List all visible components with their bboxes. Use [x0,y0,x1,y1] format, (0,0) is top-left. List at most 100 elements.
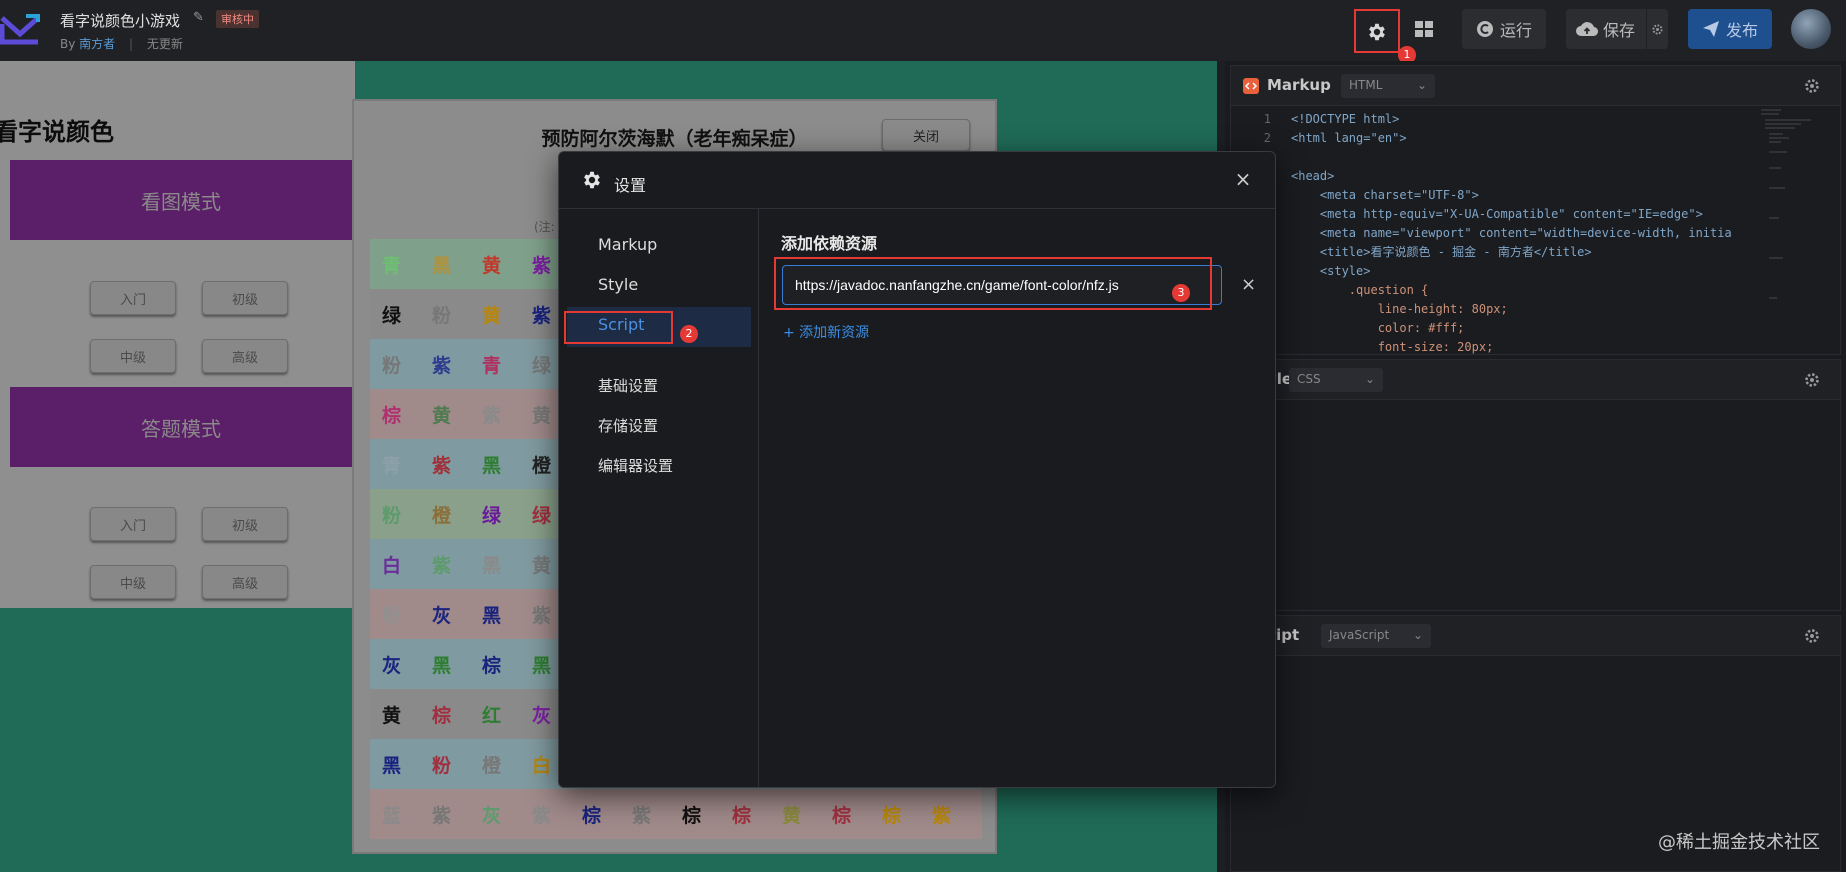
update-status: 无更新 [146,37,183,51]
markup-lang-value: HTML [1349,78,1383,92]
color-word: 橙 [482,754,502,777]
color-word: 白 [382,554,402,577]
nav-item-editor-settings[interactable]: 编辑器设置 [598,455,673,476]
annotation-number-3: 3 [1172,284,1190,302]
color-word: 紫 [532,804,552,827]
code-line: <head> [1291,169,1335,183]
settings-nav: Markup Style Script 基础设置 存储设置 编辑器设置 [559,209,759,787]
code-line: font-size: 20px; [1291,340,1494,354]
remove-resource-icon[interactable]: × [1241,274,1256,295]
project-title[interactable]: 看字说颜色小游戏 [60,10,180,31]
script-settings-gear-icon[interactable] [1804,628,1820,644]
status-badge: 审核中 [216,10,259,28]
annotation-number-2: 2 [680,325,698,343]
markup-panel: Markup HTML ⌄ 1 <!DOCTYPE html> 2 <html lang… [1230,65,1841,355]
color-word: 紫 [432,554,452,577]
by-label: By [60,37,76,51]
level-button-elementary-2[interactable]: 初级 [202,507,288,541]
byline-divider: | [129,37,134,51]
color-word: 青 [482,354,502,377]
color-word: 橙 [432,504,452,527]
color-word: 粉 [382,504,402,527]
color-word: 紫 [632,804,652,827]
edit-title-icon[interactable]: ✎ [193,10,204,25]
run-label: 运行 [1499,21,1532,40]
script-panel-header: Script JavaScript⌄ [1231,616,1840,656]
run-button[interactable]: 运行 [1462,9,1546,49]
color-word: 灰 [432,604,452,627]
save-options-gear-icon[interactable] [1646,9,1668,49]
style-panel-header: Style CSS⌄ [1231,360,1840,400]
top-bar: 看字说颜色小游戏 ✎ 审核中 By 南方者 | 无更新 1 运行 保存 发布 [0,0,1846,64]
level-button-elementary[interactable]: 初级 [202,281,288,315]
editor-pane: Markup HTML ⌄ 1 <!DOCTYPE html> 2 <html lang… [1225,61,1846,872]
color-word: 黑 [432,654,452,677]
color-word: 黑 [432,254,452,277]
nav-item-storage-settings[interactable]: 存储设置 [598,415,658,436]
level-button-intermediate[interactable]: 中级 [90,339,176,373]
level-button-advanced-2[interactable]: 高级 [202,565,288,599]
code-minimap[interactable] [1761,108,1821,308]
save-button[interactable]: 保存 [1566,9,1668,49]
level-button-beginner[interactable]: 入门 [90,281,176,315]
color-word: 黄 [482,254,502,277]
code-line: <!DOCTYPE html> [1291,112,1400,126]
level-button-advanced[interactable]: 高级 [202,339,288,373]
modal-close-icon[interactable]: × [1231,167,1255,191]
nav-item-style[interactable]: Style [598,275,638,294]
style-lang-select[interactable]: CSS ⌄ [1289,368,1383,392]
code-line: .question { [1291,283,1429,297]
annotation-box-script-nav [564,311,673,344]
code-line: color: #fff; [1291,321,1465,335]
style-settings-gear-icon[interactable] [1804,372,1820,388]
markup-panel-header: Markup HTML ⌄ [1231,66,1840,106]
script-lang-select[interactable]: JavaScript ⌄ [1321,624,1431,648]
color-word: 棕 [382,404,402,427]
send-icon [1702,21,1719,37]
game-menu-panel: 看字说颜色 看图模式 入门 初级 中级 高级 答题模式 入门 初级 中级 高级 [0,61,355,608]
code-line: line-height: 80px; [1291,302,1508,316]
nav-item-basic-settings[interactable]: 基础设置 [598,375,658,396]
script-lang-value: JavaScript [1329,628,1390,642]
publish-label: 发布 [1725,21,1758,40]
mode-quiz-bar[interactable]: 答题模式 [10,387,352,467]
publish-button[interactable]: 发布 [1688,9,1772,49]
color-word: 黑 [382,754,402,777]
code-line: <meta name="viewport" content="width=dev… [1291,226,1732,240]
chevron-down-icon: ⌄ [1364,372,1375,386]
color-word: 粉 [432,304,452,327]
code-line: <meta charset="UTF-8"> [1291,188,1479,202]
section-title: 添加依赖资源 [781,234,878,253]
color-word: 红 [482,704,502,727]
nav-item-markup[interactable]: Markup [598,235,657,254]
markup-lang-select[interactable]: HTML ⌄ [1341,74,1435,98]
modal-header: 设置 × [559,152,1275,209]
layout-grid-icon[interactable] [1413,18,1435,40]
gear-icon [584,171,600,189]
color-word: 棕 [832,804,852,827]
byline: By 南方者 | 无更新 [60,35,183,52]
add-resource-link[interactable]: + 添加新资源 [783,322,869,342]
modal-title: 设置 [614,176,647,195]
color-word: 粉 [382,354,402,377]
app-logo-icon[interactable] [0,10,40,46]
card-close-button[interactable]: 关闭 [882,119,970,151]
color-word: 黄 [432,404,452,427]
markup-settings-gear-icon[interactable] [1804,78,1820,94]
card-note: (注: [534,220,555,234]
level-button-beginner-2[interactable]: 入门 [90,507,176,541]
color-word: 灰 [382,654,402,677]
color-word: 黑 [482,604,502,627]
color-word: 紫 [432,804,452,827]
cloud-upload-icon [1576,22,1598,37]
color-word: 绿 [382,304,402,327]
markup-panel-title: Markup [1267,76,1331,94]
color-word: 棕 [582,804,602,827]
code-line: <style> [1291,264,1371,278]
level-button-intermediate-2[interactable]: 中级 [90,565,176,599]
color-word: 棕 [882,804,902,827]
user-avatar[interactable] [1791,9,1831,49]
mode-view-bar[interactable]: 看图模式 [10,160,352,240]
chevron-down-icon: ⌄ [1412,628,1423,642]
author-link[interactable]: 南方者 [79,37,115,51]
